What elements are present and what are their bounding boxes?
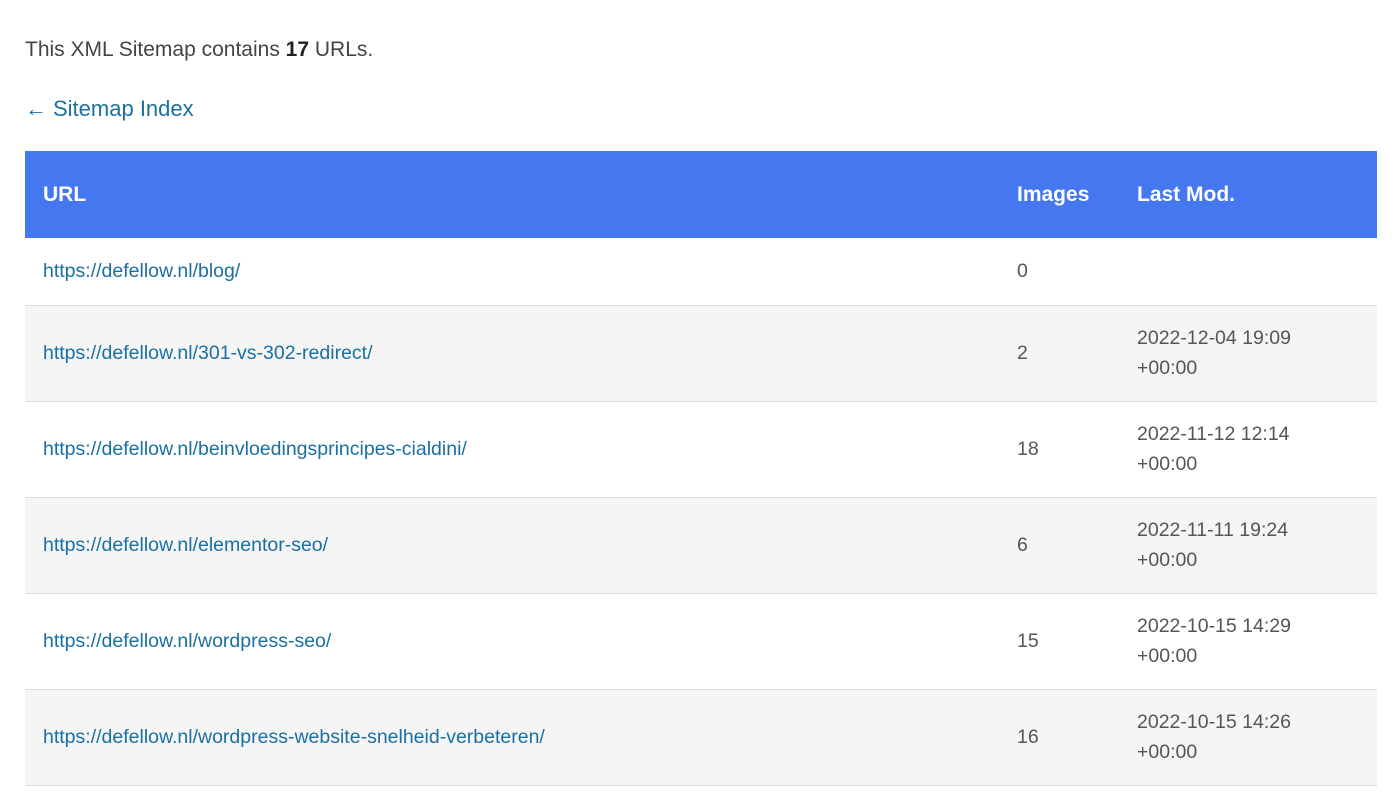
last-mod-cell: 2022-10-15 14:26 +00:00: [1119, 689, 1377, 786]
last-mod-cell: 2022-11-12 12:14 +00:00: [1119, 401, 1377, 498]
images-cell: 2: [999, 305, 1119, 402]
table-row: https://defellow.nl/wordpress-seo/ 15 20…: [25, 593, 1377, 690]
arrow-left-icon: ←: [25, 96, 47, 121]
summary-suffix: URLs.: [309, 38, 374, 61]
sitemap-page: This XML Sitemap contains 17 URLs. ← Site…: [0, 0, 1400, 807]
table-row: https://defellow.nl/blog/ 0: [25, 238, 1377, 306]
table-row: https://defellow.nl/wordpress-website-sn…: [25, 689, 1377, 786]
images-cell: 0: [999, 238, 1119, 306]
sitemap-summary: This XML Sitemap contains 17 URLs.: [25, 38, 373, 62]
column-header-images: Images: [999, 151, 1119, 238]
url-cell: https://defellow.nl/wordpress-website-sn…: [25, 689, 999, 786]
url-link[interactable]: https://defellow.nl/wordpress-seo/: [43, 630, 331, 652]
images-cell: 6: [999, 497, 1119, 594]
url-cell: https://defellow.nl/wordpress-seo/: [25, 593, 999, 690]
last-mod-cell: [1119, 238, 1377, 306]
table-row: https://defellow.nl/elementor-seo/ 6 202…: [25, 497, 1377, 594]
last-mod-cell: 2022-12-04 19:09 +00:00: [1119, 305, 1377, 402]
table-header: URL Images Last Mod.: [25, 151, 1377, 238]
url-cell: https://defellow.nl/301-vs-302-redirect/: [25, 305, 999, 402]
sitemap-index-link[interactable]: ← Sitemap Index: [25, 96, 194, 122]
column-header-last-mod: Last Mod.: [1119, 151, 1377, 238]
images-cell: 15: [999, 593, 1119, 690]
summary-prefix: This XML Sitemap contains: [25, 38, 286, 61]
sitemap-table: URL Images Last Mod. https://defellow.nl…: [25, 151, 1377, 786]
url-link[interactable]: https://defellow.nl/301-vs-302-redirect/: [43, 342, 373, 364]
url-link[interactable]: https://defellow.nl/beinvloedingsprincip…: [43, 438, 467, 460]
table-row: https://defellow.nl/beinvloedingsprincip…: [25, 401, 1377, 498]
url-cell: https://defellow.nl/beinvloedingsprincip…: [25, 401, 999, 498]
images-cell: 16: [999, 689, 1119, 786]
url-link[interactable]: https://defellow.nl/wordpress-website-sn…: [43, 726, 545, 748]
table-body: https://defellow.nl/blog/ 0 https://defe…: [25, 238, 1377, 786]
images-cell: 18: [999, 401, 1119, 498]
last-mod-cell: 2022-10-15 14:29 +00:00: [1119, 593, 1377, 690]
url-count: 17: [285, 38, 310, 61]
sitemap-index-label: Sitemap Index: [53, 96, 194, 121]
url-link[interactable]: https://defellow.nl/blog/: [43, 260, 240, 282]
url-link[interactable]: https://defellow.nl/elementor-seo/: [43, 534, 328, 556]
last-mod-cell: 2022-11-11 19:24 +00:00: [1119, 497, 1377, 594]
url-cell: https://defellow.nl/elementor-seo/: [25, 497, 999, 594]
table-row: https://defellow.nl/301-vs-302-redirect/…: [25, 305, 1377, 402]
column-header-url: URL: [25, 151, 999, 238]
url-cell: https://defellow.nl/blog/: [25, 238, 999, 306]
